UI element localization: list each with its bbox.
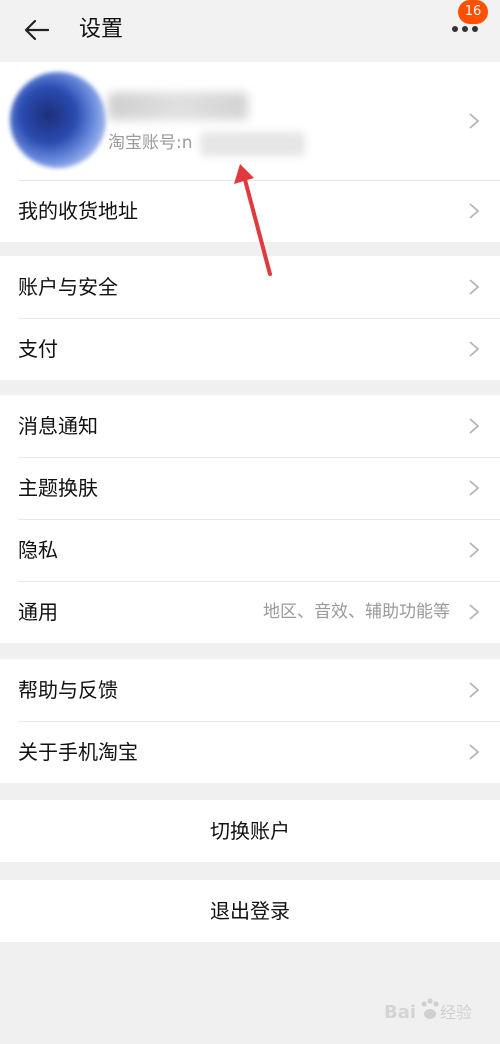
menu-item-theme[interactable]: 主题换肤 bbox=[0, 457, 500, 519]
menu-item-label: 账户与安全 bbox=[18, 275, 118, 299]
chevron-right-icon bbox=[469, 604, 480, 620]
preferences-section: 消息通知 主题换肤 隐私 通用 地区、音效、辅助功能等 bbox=[0, 395, 500, 643]
back-arrow-icon bbox=[24, 19, 50, 41]
svg-text:Bai: Bai bbox=[384, 1002, 416, 1023]
menu-item-label: 消息通知 bbox=[18, 414, 98, 438]
chevron-right-icon bbox=[469, 744, 480, 760]
menu-item-notifications[interactable]: 消息通知 bbox=[0, 395, 500, 457]
chevron-right-icon bbox=[469, 203, 480, 219]
svg-text:经验: 经验 bbox=[440, 1003, 472, 1022]
menu-item-label: 我的收货地址 bbox=[18, 199, 138, 223]
chevron-right-icon bbox=[469, 341, 480, 357]
menu-item-label: 关于手机淘宝 bbox=[18, 740, 138, 764]
menu-item-label: 通用 bbox=[18, 600, 58, 624]
chevron-right-icon bbox=[469, 113, 480, 129]
menu-item-label: 隐私 bbox=[18, 538, 58, 562]
chevron-right-icon bbox=[469, 279, 480, 295]
account-id-label: 淘宝账号:n bbox=[108, 133, 193, 153]
chevron-right-icon bbox=[469, 682, 480, 698]
chevron-right-icon bbox=[469, 418, 480, 434]
logout-button[interactable]: 退出登录 bbox=[0, 880, 500, 942]
menu-item-about[interactable]: 关于手机淘宝 bbox=[0, 721, 500, 783]
more-dot bbox=[472, 26, 478, 32]
menu-item-general[interactable]: 通用 地区、音效、辅助功能等 bbox=[0, 581, 500, 643]
switch-account-label: 切换账户 bbox=[210, 819, 290, 843]
notification-badge: 16 bbox=[458, 0, 488, 24]
chevron-right-icon bbox=[469, 542, 480, 558]
page-title: 设置 bbox=[79, 17, 124, 42]
more-dots-icon bbox=[452, 26, 458, 32]
chevron-right-icon bbox=[469, 480, 480, 496]
baidu-watermark-logo: Bai 经验 bbox=[384, 998, 472, 1023]
menu-item-label: 支付 bbox=[18, 337, 58, 361]
menu-item-payment[interactable]: 支付 bbox=[0, 318, 500, 380]
top-bar: 设置 16 bbox=[0, 0, 500, 62]
menu-item-hint: 地区、音效、辅助功能等 bbox=[263, 602, 450, 622]
menu-item-help-feedback[interactable]: 帮助与反馈 bbox=[0, 659, 500, 721]
logout-label: 退出登录 bbox=[210, 899, 290, 923]
profile-name-redacted bbox=[108, 92, 248, 120]
menu-item-privacy[interactable]: 隐私 bbox=[0, 519, 500, 581]
menu-item-label: 帮助与反馈 bbox=[18, 678, 118, 702]
account-id-redacted bbox=[200, 132, 305, 156]
annotation-arrow-icon bbox=[234, 164, 272, 276]
menu-item-label: 主题换肤 bbox=[18, 476, 98, 500]
back-button[interactable] bbox=[22, 16, 54, 44]
help-section: 帮助与反馈 关于手机淘宝 bbox=[0, 659, 500, 783]
avatar bbox=[10, 72, 106, 168]
more-dot bbox=[462, 26, 468, 32]
switch-account-button[interactable]: 切换账户 bbox=[0, 800, 500, 862]
